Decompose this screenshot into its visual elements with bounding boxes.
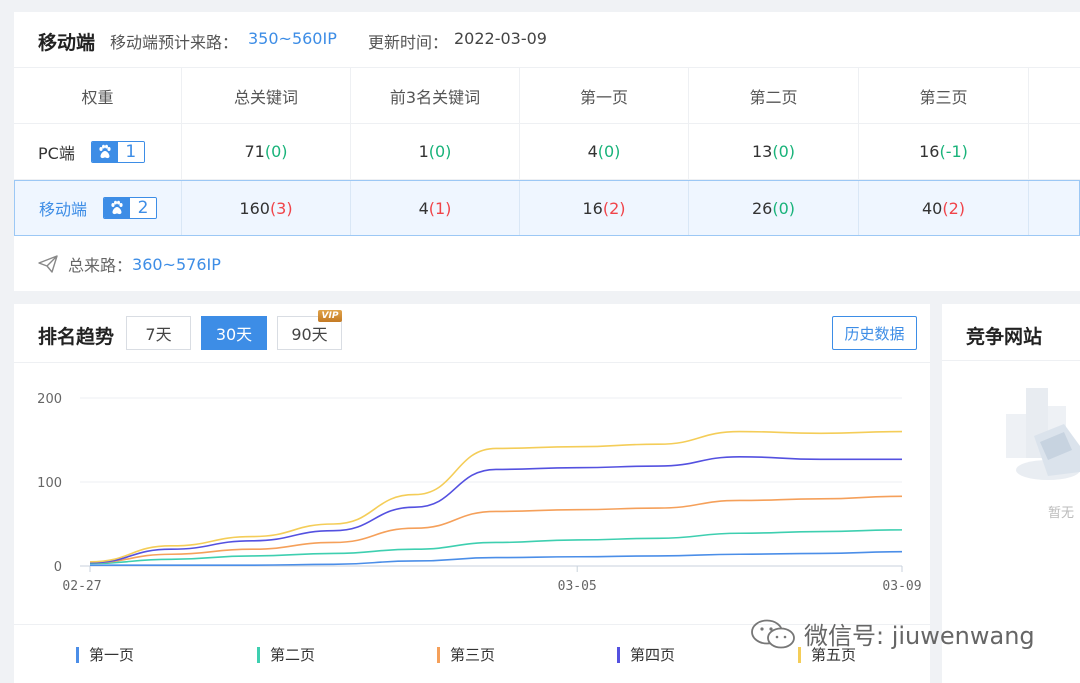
legend-swatch (617, 646, 620, 663)
col-total-keywords: 总关键词 (182, 68, 351, 123)
paw-icon (104, 198, 131, 218)
cell-page2: 26 (0) (689, 181, 859, 235)
cell-page2: 13 (0) (689, 124, 859, 179)
legend-item-page3[interactable]: 第三页 (437, 644, 495, 665)
total-traffic-label: 总来路： (68, 256, 133, 275)
row-name: PC端 (38, 143, 75, 163)
table-header-row: 权重 总关键词 前3名关键词 第一页 第二页 第三页 (14, 68, 1080, 124)
row-name-cell: PC端 1 (14, 124, 182, 179)
legend-item-page1[interactable]: 第一页 (76, 644, 134, 665)
update-time-value: 2022-03-09 (454, 29, 547, 48)
estimate-value: 350~560IP (248, 29, 337, 48)
legend-swatch (257, 646, 260, 663)
cell-total-keywords: 160 (3) (182, 181, 351, 235)
col-weight: 权重 (14, 68, 182, 123)
cell-total-keywords: 71 (0) (182, 124, 351, 179)
estimate-label: 移动端预计来路： (110, 33, 239, 52)
y-tick-label: 100 (37, 476, 62, 491)
legend-item-page4[interactable]: 第四页 (617, 644, 675, 665)
cell-page1: 16 (2) (520, 181, 689, 235)
send-icon (38, 255, 58, 273)
table-row[interactable]: PC端 1 71 (0) 1 (0) 4 (0) 13 (0) 16 (-1) (14, 124, 1080, 180)
col-page3: 第三页 (859, 68, 1029, 123)
legend-swatch (437, 646, 440, 663)
series-line-1 (90, 550, 903, 566)
legend-swatch (76, 646, 79, 663)
total-traffic: 总来路： 360~576IP (38, 252, 221, 276)
watermark-text: 微信号: jiuwenwang (804, 622, 1035, 650)
row-name: 移动端 (39, 200, 88, 219)
legend-item-page2[interactable]: 第二页 (257, 644, 315, 665)
wechat-icon (751, 619, 795, 648)
x-tick-label: 03-05 (558, 579, 597, 594)
summary-header: 移动端 移动端预计来路： 350~560IP 更新时间： 2022-03-09 (14, 12, 1080, 68)
summary-card: 移动端 移动端预计来路： 350~560IP 更新时间： 2022-03-09 … (14, 12, 1080, 291)
total-traffic-value: 360~576IP (132, 254, 221, 274)
empty-state-illustration (1006, 388, 1080, 480)
x-tick-label: 02-27 (62, 579, 101, 594)
col-page1: 第一页 (520, 68, 689, 123)
competitors-title: 竞争网站 (966, 326, 1043, 348)
wechat-watermark: 微信号: jiuwenwang (750, 616, 1035, 651)
series-line-2 (89, 529, 903, 565)
update-time-label: 更新时间： (368, 33, 449, 52)
col-page2: 第二页 (689, 68, 859, 123)
weight-value: 1 (117, 141, 144, 162)
series-line-3 (89, 495, 903, 564)
summary-title: 移动端 (38, 32, 96, 54)
cell-page1: 4 (0) (520, 124, 689, 179)
paw-icon (91, 141, 118, 162)
x-tick-label: 03-09 (882, 579, 921, 594)
divider (942, 360, 1080, 361)
cell-top3-keywords: 1 (0) (351, 124, 520, 179)
cell-page3: 16 (-1) (859, 124, 1029, 179)
empty-state-text: 暂无 (1048, 506, 1075, 521)
cell-page3: 40 (2) (859, 181, 1029, 235)
series-line-4 (89, 455, 902, 564)
table-row-selected[interactable]: 移动端 2 160 (3) 4 (1) 16 (2) 26 (0) 40 (2) (14, 180, 1080, 236)
weight-value: 2 (130, 198, 157, 218)
col-top3-keywords: 前3名关键词 (351, 68, 520, 123)
y-tick-label: 0 (54, 560, 62, 575)
row-name-cell: 移动端 2 (15, 181, 182, 235)
cell-top3-keywords: 4 (1) (351, 181, 520, 235)
y-tick-label: 200 (37, 392, 62, 407)
baidu-weight-badge: 1 (90, 140, 145, 163)
rank-trend-chart: 0 100 200 02-27 03-05 03-09 (37, 392, 921, 594)
baidu-weight-badge: 2 (103, 197, 158, 219)
